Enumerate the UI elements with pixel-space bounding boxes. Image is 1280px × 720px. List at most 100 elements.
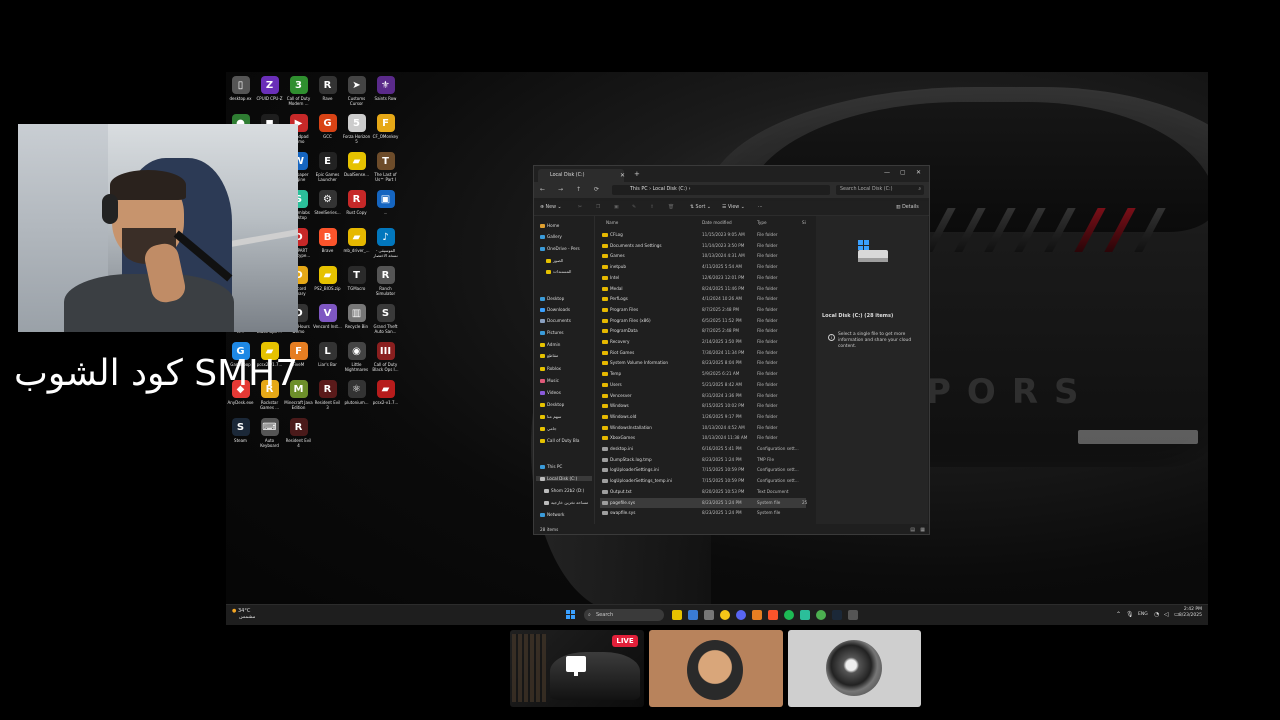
file-row[interactable]: Intel 12/6/2023 12:01 PM File folder: [600, 273, 806, 283]
desktop-icon[interactable]: R Rave: [313, 76, 342, 101]
desktop-icon[interactable]: ▰ DualSense...: [342, 152, 371, 177]
file-row[interactable]: Recovery 2/14/2025 3:50 PM File folder: [600, 337, 806, 347]
nav-item[interactable]: سهم منا: [540, 414, 561, 419]
file-row[interactable]: Users 5/21/2025 8:42 AM File folder: [600, 380, 806, 390]
file-row[interactable]: Program Files (x86) 6/5/2025 11:52 PM File…: [600, 316, 806, 326]
start-button[interactable]: [566, 610, 575, 619]
desktop-icon[interactable]: ▰ pcsx2-v1.7...: [371, 380, 400, 405]
file-row[interactable]: swapfile.sys 8/23/2025 1:24 PM System file: [600, 508, 806, 518]
file-row[interactable]: DumpStack.log.tmp 8/23/2025 1:24 PM TMP Fi…: [600, 455, 806, 465]
desktop-icon[interactable]: R Rust Copy: [342, 190, 371, 215]
nav-item[interactable]: Pictures: [540, 330, 564, 335]
file-row[interactable]: Documents and Settings 11/14/2023 3:50 PM…: [600, 241, 806, 251]
language-indicator[interactable]: ENG: [1138, 612, 1148, 617]
tray-chevron-icon[interactable]: ⌃: [1116, 611, 1121, 618]
file-row[interactable]: Windows 8/15/2025 10:02 PM File folder: [600, 401, 806, 411]
desktop-icon[interactable]: B Brave: [313, 228, 342, 253]
column-header-name[interactable]: Name: [606, 220, 618, 225]
desktop-icon[interactable]: III Call of Duty Black Ops I...: [371, 342, 400, 372]
desktop-icon[interactable]: 5 Forza Horizon 5: [342, 114, 371, 144]
column-header-size[interactable]: Si: [802, 220, 806, 225]
breadcrumb-this-pc[interactable]: This PC: [630, 187, 648, 192]
view-button[interactable]: ☰ View ⌄: [722, 205, 745, 210]
file-row[interactable]: Output.txt 8/20/2025 10:53 PM Text Documen…: [600, 487, 806, 497]
sort-button[interactable]: ⇅ Sort ⌄: [690, 205, 711, 210]
cut-icon[interactable]: ✂: [578, 205, 582, 210]
desktop-icon[interactable]: ⌨ Auto Keyboard: [255, 418, 284, 448]
spotify-icon[interactable]: [784, 610, 794, 620]
desktop-icon[interactable]: Z CPUID CPU-Z: [255, 76, 284, 101]
streamlabs-icon[interactable]: [800, 610, 810, 620]
refresh-icon[interactable]: ⟳: [594, 186, 599, 193]
tab-local-disk[interactable]: Local Disk (C:): [538, 169, 624, 182]
nav-item[interactable]: Local Disk (C:): [536, 476, 592, 481]
file-row[interactable]: logUploaderSettings.ini 7/15/2025 10:59 P…: [600, 465, 806, 475]
volume-icon[interactable]: ◁: [1164, 611, 1169, 618]
nav-item[interactable]: Admin: [540, 342, 560, 347]
nav-item[interactable]: المستندات: [546, 269, 571, 274]
nav-item[interactable]: مقاطع: [540, 353, 558, 358]
address-bar[interactable]: This PC › Local Disk (C:) ›: [612, 185, 830, 195]
file-row[interactable]: Program Files 8/7/2025 2:48 PM File folder: [600, 305, 806, 315]
desktop-icon[interactable]: ▣...: [371, 190, 400, 215]
mic-icon[interactable]: 🎙: [1126, 611, 1134, 618]
nav-item[interactable]: جامي: [540, 426, 557, 431]
file-row[interactable]: CFLog 11/15/2023 9:05 AM File folder: [600, 230, 806, 240]
desktop-icon[interactable]: ♪ الموسيقى - نسخة الاختصار: [371, 228, 400, 258]
file-row[interactable]: pagefile.sys 8/23/2025 1:24 PM System file…: [600, 497, 807, 508]
nav-item[interactable]: Documents: [540, 318, 571, 323]
file-row[interactable]: XboxGames 10/13/2024 11:38 AM File folder: [600, 433, 806, 443]
nav-item[interactable]: OneDrive - Pers: [540, 246, 580, 251]
nav-item[interactable]: Videos: [540, 390, 561, 395]
desktop-icon[interactable]: ▰ PS2_BIOS.zip: [313, 266, 342, 291]
file-row[interactable]: PerfLogs 4/1/2024 10:26 AM File folder: [600, 294, 806, 304]
tiles-view-icon[interactable]: ▦: [920, 527, 925, 533]
desktop-icon[interactable]: G GCC: [313, 114, 342, 139]
search-input[interactable]: Search Local Disk (C:) ⌕: [836, 185, 924, 195]
file-row[interactable]: inetpub 4/11/2025 5:54 AM File folder: [600, 262, 806, 272]
tab-close-icon[interactable]: ✕: [620, 172, 625, 179]
file-explorer-taskbar-icon[interactable]: [672, 610, 682, 620]
column-header-type[interactable]: Type: [757, 220, 767, 225]
details-button[interactable]: ▥ Details: [896, 205, 919, 210]
desktop-icon[interactable]: ◉ Little Nightmares: [342, 342, 371, 372]
desktop-icon[interactable]: L Liar's Bar: [313, 342, 342, 367]
nav-item[interactable]: Desktop: [540, 402, 564, 407]
app-icon[interactable]: [848, 610, 858, 620]
paste-icon[interactable]: ▣: [614, 205, 619, 210]
nav-item[interactable]: Network: [540, 512, 564, 517]
desktop-icon[interactable]: S Grand Theft Auto San...: [371, 304, 400, 334]
nav-item[interactable]: Downloads: [540, 307, 570, 312]
brave-icon[interactable]: [768, 610, 778, 620]
chrome-alt-icon[interactable]: [816, 610, 826, 620]
nav-item[interactable]: Call of Duty Bla: [540, 438, 579, 443]
nav-item[interactable]: Roblox: [540, 366, 561, 371]
desktop-icon[interactable]: R Resident Evil 4: [284, 418, 313, 448]
file-row[interactable]: Vencesver 8/31/2024 3:36 PM File folder: [600, 391, 806, 401]
file-row[interactable]: logUploaderSettings_temp.ini 7/15/2025 10…: [600, 476, 806, 486]
wifi-icon[interactable]: ◔: [1154, 611, 1159, 618]
nav-item[interactable]: مساحة تخزين خارجية: [544, 500, 588, 505]
rename-icon[interactable]: ✎: [632, 205, 636, 210]
file-row[interactable]: WindowsInstallation 10/13/2024 4:52 AM Fil…: [600, 423, 806, 433]
file-row[interactable]: Riot Games 7/30/2024 11:34 PM File folder: [600, 348, 806, 358]
file-row[interactable]: Games 10/13/2024 4:31 AM File folder: [600, 251, 806, 261]
share-icon[interactable]: ⇪: [650, 205, 654, 210]
desktop-icon[interactable]: R Resident Evil 3: [313, 380, 342, 410]
nav-item[interactable]: Gallery: [540, 234, 562, 239]
desktop-icon[interactable]: F CF_OMonkey: [371, 114, 400, 139]
new-button[interactable]: ⊕ New ⌄: [540, 205, 562, 210]
nav-item[interactable]: الصور: [546, 258, 563, 263]
desktop-icon[interactable]: ⚙ SteelSeries...: [313, 190, 342, 215]
desktop-icon[interactable]: ▯ desktop.ex: [226, 76, 255, 101]
desktop-icon[interactable]: 3 Call of Duty Modern ...: [284, 76, 313, 106]
column-header-date[interactable]: Date modified: [702, 220, 732, 225]
details-view-icon[interactable]: ▤: [910, 527, 915, 533]
nav-item[interactable]: Desktop: [540, 296, 564, 301]
breadcrumb-local-disk[interactable]: Local Disk (C:): [653, 187, 688, 192]
file-row[interactable]: desktop.ini 6/16/2025 5:41 PM Configuratio…: [600, 444, 806, 454]
more-options-button[interactable]: ···: [758, 205, 763, 210]
desktop-icon[interactable]: ⚛ plutonium...: [342, 380, 371, 405]
file-row[interactable]: System Volume Information 8/23/2025 8:04 …: [600, 358, 806, 368]
minimize-icon[interactable]: —: [884, 169, 890, 176]
